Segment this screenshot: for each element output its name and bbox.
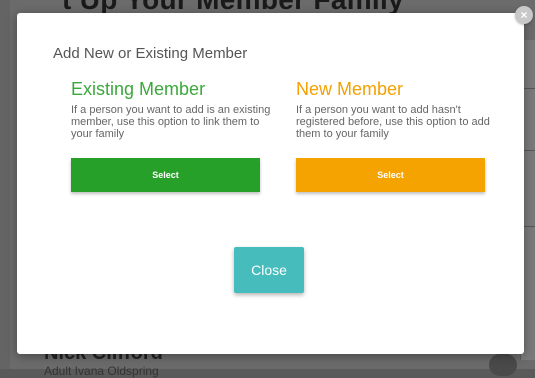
- background-member-subtitle: Adult Ivana Oldspring: [44, 364, 159, 378]
- close-icon[interactable]: ×: [515, 6, 533, 24]
- new-member-option: New Member If a person you want to add h…: [296, 79, 496, 140]
- select-existing-member-button[interactable]: Select: [71, 158, 260, 192]
- existing-member-description: If a person you want to add is an existi…: [71, 104, 271, 140]
- existing-member-heading-prefix: Existing: [71, 79, 135, 99]
- close-button[interactable]: Close: [234, 247, 304, 293]
- new-member-description: If a person you want to add hasn't regis…: [296, 104, 490, 140]
- existing-member-option: Existing Member If a person you want to …: [71, 79, 271, 140]
- select-new-member-button[interactable]: Select: [296, 158, 485, 192]
- existing-member-heading: Existing Member: [71, 79, 271, 100]
- new-member-heading: New Member: [296, 79, 404, 99]
- modal-title: Add New or Existing Member: [53, 45, 248, 62]
- add-member-modal: Add New or Existing Member Existing Memb…: [17, 13, 524, 354]
- existing-member-heading-suffix: Member: [139, 79, 206, 99]
- background-toggle: [489, 354, 517, 376]
- background-left-strip: [0, 0, 10, 369]
